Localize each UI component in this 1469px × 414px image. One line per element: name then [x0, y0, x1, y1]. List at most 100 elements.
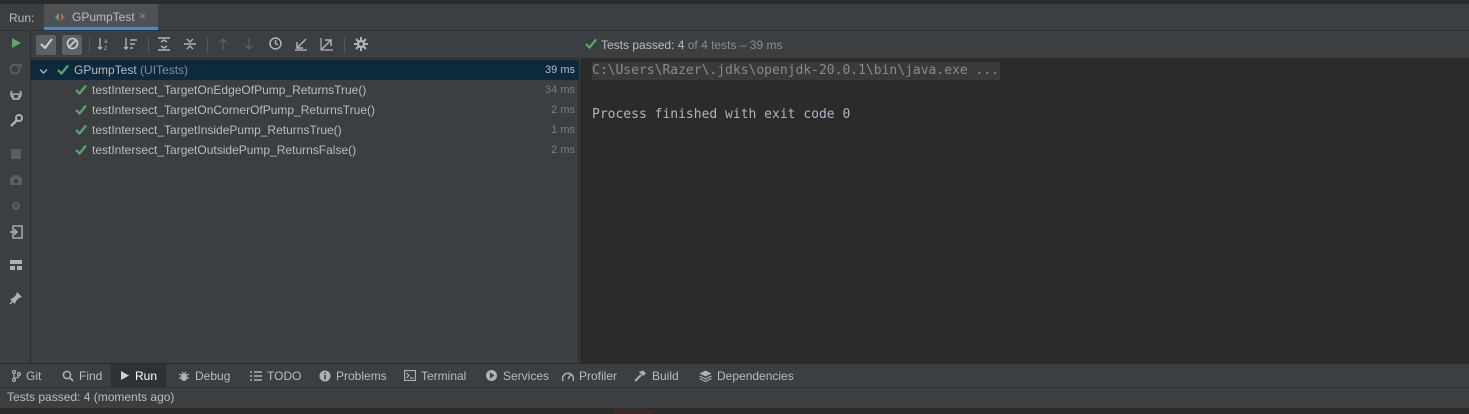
terminal-icon — [404, 370, 416, 381]
check-passed-icon — [75, 124, 87, 138]
tab-label: Terminal — [421, 368, 467, 383]
window-bottom-edge — [0, 408, 1469, 414]
check-passed-icon — [585, 38, 597, 52]
separator — [207, 37, 208, 53]
separator — [148, 37, 149, 53]
rerun-button[interactable] — [7, 35, 25, 53]
test-row[interactable]: testIntersect_TargetOutsidePump_ReturnsF… — [31, 140, 579, 160]
auto-test-icon — [9, 88, 23, 105]
pin-icon — [9, 291, 23, 308]
dump-threads-button[interactable] — [7, 172, 25, 190]
test-row[interactable]: testIntersect_TargetOnCornerOfPump_Retur… — [31, 100, 579, 120]
profiler-icon — [562, 370, 574, 382]
chevron-down-icon[interactable] — [39, 65, 48, 79]
test-duration: 2 ms — [551, 144, 575, 156]
console-output[interactable]: C:\Users\Razer\.jdks\openjdk-20.0.1\bin\… — [580, 59, 1469, 363]
status-bar-message[interactable]: Tests passed: 4 (moments ago) — [7, 390, 174, 404]
test-row[interactable]: testIntersect_TargetOnEdgeOfPump_Returns… — [31, 80, 579, 100]
arrow-up-icon — [217, 37, 229, 54]
console-exit-message: Process finished with exit code 0 — [592, 107, 851, 122]
tab-problems[interactable]: Problems — [310, 364, 396, 387]
tab-build[interactable]: Build — [625, 364, 688, 387]
list-icon — [250, 370, 262, 381]
top-edge — [0, 0, 1469, 4]
tab-label: Services — [503, 368, 550, 383]
rerun-failed-button[interactable] — [7, 61, 25, 79]
svg-text:z: z — [104, 45, 107, 51]
test-row[interactable]: testIntersect_TargetInsidePump_ReturnsTr… — [31, 120, 579, 140]
rerun-failed-icon — [9, 62, 23, 79]
camera-icon — [9, 174, 23, 189]
settings-button[interactable] — [351, 35, 371, 55]
close-icon[interactable]: × — [139, 9, 146, 23]
ignored-icon — [66, 37, 79, 53]
test-name: testIntersect_TargetInsidePump_ReturnsTr… — [92, 123, 342, 137]
tab-label: Run — [135, 368, 158, 383]
hammer-icon — [634, 370, 647, 382]
debug-settings-button[interactable] — [7, 198, 25, 216]
sort-alphabetically-button[interactable]: az — [95, 35, 115, 55]
history-icon — [268, 36, 283, 54]
tab-todo[interactable]: TODO — [241, 364, 310, 387]
svg-text:a: a — [104, 38, 108, 45]
status-bar: Tests passed: 4 (moments ago) — [0, 387, 1469, 408]
git-branch-icon — [11, 369, 21, 382]
show-ignored-toggle[interactable] — [62, 35, 82, 55]
tab-label: Find — [79, 368, 103, 383]
test-history-button[interactable] — [265, 35, 285, 55]
run-tool-window-header — [0, 0, 1469, 31]
collapse-all-button[interactable] — [180, 35, 200, 55]
tab-gpumptest[interactable]: GPumpTest × — [44, 4, 158, 30]
tab-profiler[interactable]: Profiler — [553, 364, 626, 387]
info-icon — [319, 370, 331, 382]
run-label: Run: — [9, 11, 35, 25]
junit-run-icon — [54, 11, 66, 26]
root-duration: 39 ms — [545, 64, 575, 76]
tab-label: Dependencies — [717, 368, 794, 383]
import-tests-button[interactable] — [7, 224, 25, 242]
previous-failed-button[interactable] — [213, 35, 233, 55]
play-icon — [120, 370, 130, 381]
tab-label: Problems — [336, 368, 387, 383]
tab-run[interactable]: Run — [111, 364, 167, 387]
sort-by-duration-button[interactable] — [121, 35, 141, 55]
tab-services[interactable]: Services — [476, 364, 558, 387]
show-passed-toggle[interactable] — [36, 35, 56, 55]
next-failed-button[interactable] — [239, 35, 259, 55]
arrow-down-icon — [243, 37, 255, 54]
separator — [344, 37, 345, 53]
tab-label: Debug — [195, 368, 231, 383]
export-results-button[interactable] — [317, 35, 337, 55]
layout-icon — [9, 259, 23, 274]
gear-bug-icon — [9, 199, 23, 216]
root-label: GPumpTest (UITests) — [74, 63, 188, 77]
tab-git[interactable]: Git — [2, 364, 50, 387]
test-name: testIntersect_TargetOnCornerOfPump_Retur… — [92, 103, 376, 117]
test-status-text: Tests passed: 4 of 4 tests – 39 ms — [601, 38, 782, 52]
console-command-line[interactable]: C:\Users\Razer\.jdks\openjdk-20.0.1\bin\… — [592, 62, 1000, 80]
import-results-button[interactable] — [291, 35, 311, 55]
tab-label: Git — [26, 368, 42, 383]
import-icon — [9, 224, 23, 242]
test-duration: 34 ms — [545, 84, 575, 96]
root-suite-name: (UITests) — [140, 63, 189, 77]
tab-find[interactable]: Find — [53, 364, 111, 387]
status-passed-count: 4 — [677, 38, 685, 52]
expand-all-button[interactable] — [154, 35, 174, 55]
bug-icon — [178, 370, 190, 382]
tool-window-bar: Git Find Run Debug TODO Problems Termina… — [0, 363, 1469, 387]
layout-button[interactable] — [7, 257, 25, 275]
tree-root-row[interactable]: GPumpTest (UITests) 39 ms — [31, 60, 579, 80]
test-duration: 1 ms — [551, 124, 575, 136]
export-arrow-icon — [320, 37, 334, 54]
tab-debug[interactable]: Debug — [169, 364, 239, 387]
tab-label: TODO — [267, 368, 302, 383]
tab-terminal[interactable]: Terminal — [395, 364, 475, 387]
tab-dependencies[interactable]: Dependencies — [690, 364, 803, 387]
test-name: testIntersect_TargetOnEdgeOfPump_Returns… — [92, 83, 367, 97]
stop-button[interactable] — [7, 146, 25, 164]
pin-tab-button[interactable] — [7, 290, 25, 308]
test-name: testIntersect_TargetOutsidePump_ReturnsF… — [92, 143, 357, 157]
toggle-auto-test-button[interactable] — [7, 87, 25, 105]
settings-wrench-button[interactable] — [7, 113, 25, 131]
